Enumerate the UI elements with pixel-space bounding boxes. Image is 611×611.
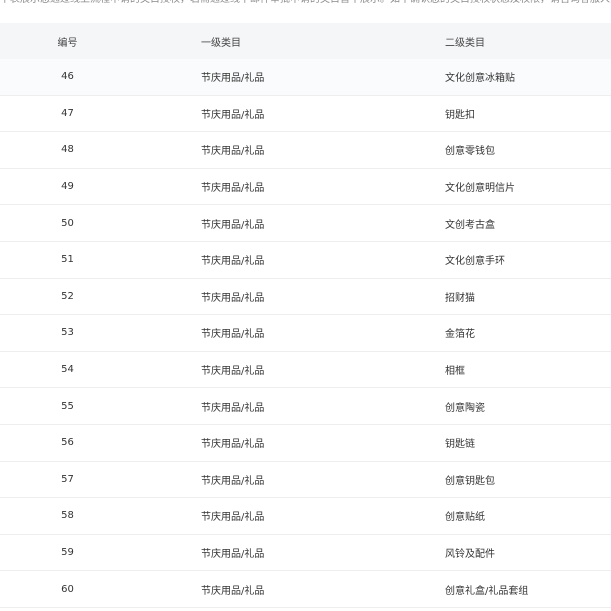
table-row: 49 节庆用品/礼品 文化创意明信片 [0,169,611,206]
cell-id: 50 [61,217,74,229]
cell-primary: 节庆用品/礼品 [201,73,265,85]
cell-primary: 节庆用品/礼品 [201,146,265,158]
cell-primary: 节庆用品/礼品 [201,439,265,451]
cell-secondary: 文创考古盒 [445,219,495,231]
cell-id: 47 [61,107,74,119]
table-row: 52 节庆用品/礼品 招财猫 [0,279,611,316]
table-row: 46 节庆用品/礼品 文化创意冰箱贴 [0,59,611,96]
category-table: 编号 一级类目 二级类目 46 节庆用品/礼品 文化创意冰箱贴 47 节庆用品/… [0,23,611,608]
cell-id: 46 [61,71,74,83]
table-row: 55 节庆用品/礼品 创意陶瓷 [0,388,611,425]
cell-primary: 节庆用品/礼品 [201,329,265,341]
header-id: 编号 [57,37,78,49]
cell-secondary: 创意钥匙包 [445,475,495,487]
cell-secondary: 钥匙链 [445,439,475,451]
cell-secondary: 创意陶瓷 [445,402,485,414]
cell-secondary: 招财猫 [445,292,475,304]
cell-primary: 节庆用品/礼品 [201,585,265,597]
cell-primary: 节庆用品/礼品 [201,512,265,524]
cell-id: 49 [61,181,74,193]
cell-secondary: 文化创意手环 [445,256,505,268]
table-row: 53 节庆用品/礼品 金箔花 [0,315,611,352]
cell-secondary: 文化创意冰箱贴 [445,73,515,85]
cell-primary: 节庆用品/礼品 [201,256,265,268]
header-secondary-category: 二级类目 [445,37,485,49]
cell-id: 59 [61,547,74,559]
cell-secondary: 创意礼盒/礼品套组 [445,585,529,597]
header-primary-category: 一级类目 [201,37,241,49]
table-row: 59 节庆用品/礼品 风铃及配件 [0,535,611,572]
cell-primary: 节庆用品/礼品 [201,109,265,121]
cell-secondary: 钥匙扣 [445,109,475,121]
cell-primary: 节庆用品/礼品 [201,549,265,561]
cell-secondary: 相框 [445,366,465,378]
cell-primary: 节庆用品/礼品 [201,219,265,231]
table-row: 54 节庆用品/礼品 相框 [0,352,611,389]
cell-secondary: 创意零钱包 [445,146,495,158]
cell-id: 48 [61,144,74,156]
table-row: 51 节庆用品/礼品 文化创意手环 [0,242,611,279]
cell-id: 55 [61,400,74,412]
cell-primary: 节庆用品/礼品 [201,402,265,414]
table-row: 60 节庆用品/礼品 创意礼盒/礼品套组 [0,571,611,608]
cell-id: 56 [61,437,74,449]
table-row: 48 节庆用品/礼品 创意零钱包 [0,132,611,169]
table-row: 56 节庆用品/礼品 钥匙链 [0,425,611,462]
table-header: 编号 一级类目 二级类目 [0,23,611,59]
cell-id: 52 [61,290,74,302]
cell-primary: 节庆用品/礼品 [201,183,265,195]
cell-id: 58 [61,510,74,522]
cell-id: 54 [61,364,74,376]
cell-secondary: 风铃及配件 [445,549,495,561]
cell-primary: 节庆用品/礼品 [201,475,265,487]
cell-id: 51 [61,254,74,266]
cell-secondary: 金箔花 [445,329,475,341]
table-row: 50 节庆用品/礼品 文创考古盒 [0,205,611,242]
table-row: 57 节庆用品/礼品 创意钥匙包 [0,462,611,499]
cell-secondary: 创意贴纸 [445,512,485,524]
cell-primary: 节庆用品/礼品 [201,292,265,304]
cell-id: 53 [61,327,74,339]
cell-secondary: 文化创意明信片 [445,183,515,195]
notice-text: 下表展示您通过线上流程申请的类目授权，若需通过线下邮件审批申请的类目暂不展示。如… [0,0,611,10]
table-row: 58 节庆用品/礼品 创意贴纸 [0,498,611,535]
cell-id: 60 [61,583,74,595]
cell-primary: 节庆用品/礼品 [201,366,265,378]
cell-id: 57 [61,473,74,485]
table-row: 47 节庆用品/礼品 钥匙扣 [0,96,611,133]
